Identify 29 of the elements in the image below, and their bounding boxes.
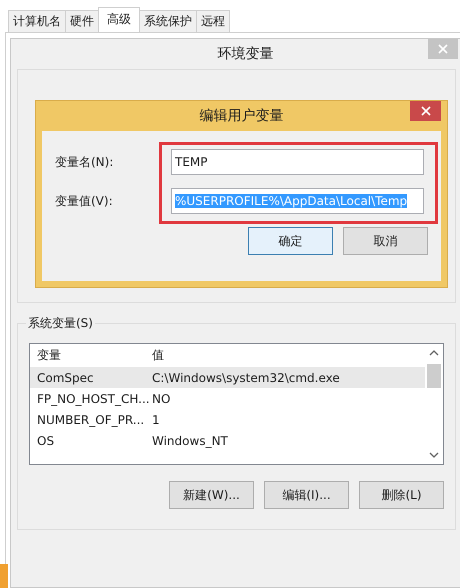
input-field[interactable]: TEMP <box>171 149 424 175</box>
variable-name: OS <box>37 434 56 448</box>
column-header[interactable]: 值 <box>152 347 164 364</box>
field-label: 变量名(N): <box>54 154 114 170</box>
dialog-title: 编辑用户变量 <box>200 107 284 125</box>
action-button[interactable]: 新建(W)... <box>169 481 254 509</box>
group-label: 系统变量(S) <box>26 315 95 332</box>
list-row[interactable]: NUMBER_OF_PR... 1 <box>30 409 425 430</box>
variable-value: C:\Windows\system32\cmd.exe <box>152 370 340 384</box>
variable-name: NUMBER_OF_PR... <box>37 412 146 426</box>
action-button[interactable]: 编辑(I)... <box>264 481 349 509</box>
tab[interactable]: 计算机名 <box>8 10 66 32</box>
tab[interactable]: 系统保护 <box>139 10 197 32</box>
list-row[interactable]: FP_NO_HOST_CH... NO <box>30 388 425 409</box>
variable-value: NO <box>152 392 170 406</box>
variable-name: FP_NO_HOST_CH... <box>37 392 151 406</box>
list-row[interactable]: OS Windows_NT <box>30 430 425 451</box>
field-label: 变量值(V): <box>54 192 114 210</box>
action-button[interactable]: 删除(L) <box>359 481 444 509</box>
dialog-button[interactable]: 取消 <box>343 227 428 255</box>
variable-name: ComSpec <box>37 370 95 384</box>
variable-value: 1 <box>152 412 160 426</box>
tab[interactable]: 硬件 <box>65 10 99 32</box>
tab[interactable]: 远程 <box>196 10 230 32</box>
list-row[interactable]: ComSpec C:\Windows\system32\cmd.exe <box>30 367 425 388</box>
column-header[interactable]: 变量 <box>37 347 152 364</box>
variable-value: Windows_NT <box>152 434 228 448</box>
dialog-button[interactable]: 确定 <box>248 227 333 255</box>
window-title: 环境变量 <box>218 45 274 63</box>
